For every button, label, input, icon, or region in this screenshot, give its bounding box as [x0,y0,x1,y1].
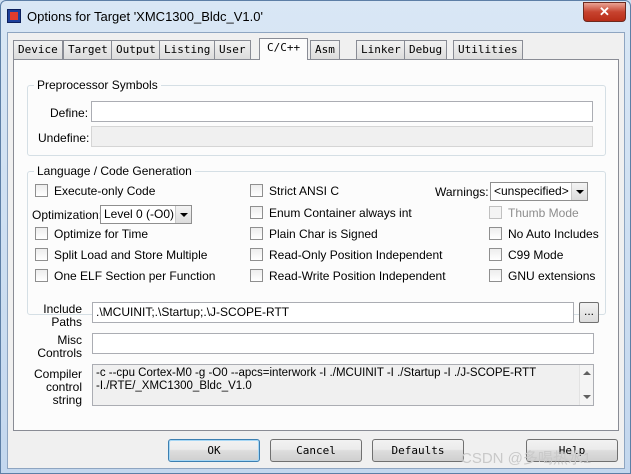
tab-user[interactable]: User [214,40,251,59]
thumb-mode-checkbox: Thumb Mode [489,206,579,220]
warnings-select[interactable]: <unspecified> [490,182,588,201]
compiler-string-label-line1: Compiler [33,367,82,381]
tab-listing[interactable]: Listing [159,40,216,59]
checkbox-box [489,248,502,261]
chevron-down-icon [571,183,587,200]
dialog-client: Device Target Output Listing User C/C++ … [7,32,625,469]
options-dialog: Options for Target 'XMC1300_Bldc_V1.0' ✕… [0,0,631,474]
tab-strip: Device Target Output Listing User C/C++ … [13,38,621,60]
tab-debug[interactable]: Debug [404,40,448,59]
gnu-extensions-checkbox[interactable]: GNU extensions [489,269,595,283]
checkbox-box [250,184,263,197]
preprocessor-group-title: Preprocessor Symbols [34,78,161,92]
rw-position-checkbox[interactable]: Read-Write Position Independent [250,269,446,283]
tab-linker[interactable]: Linker [356,40,406,59]
defaults-button[interactable]: Defaults [372,439,464,462]
include-paths-label-line2: Paths [51,315,82,329]
compiler-string-line2: -I./RTE/_XMC1300_Bldc_V1.0 [96,380,252,392]
no-auto-includes-label: No Auto Includes [508,227,599,241]
one-elf-checkbox[interactable]: One ELF Section per Function [35,269,215,283]
tab-output[interactable]: Output [111,40,161,59]
compiler-control-string: -c --cpu Cortex-M0 -g -O0 --apcs=interwo… [92,364,594,406]
ro-position-checkbox[interactable]: Read-Only Position Independent [250,248,442,262]
optimization-select[interactable]: Level 0 (-O0) [100,205,192,224]
window-title: Options for Target 'XMC1300_Bldc_V1.0' [27,9,263,24]
optimize-time-checkbox[interactable]: Optimize for Time [35,227,148,241]
chevron-down-icon [175,206,191,223]
plain-char-label: Plain Char is Signed [269,227,378,241]
cancel-button[interactable]: Cancel [270,439,362,462]
ro-position-label: Read-Only Position Independent [269,248,443,262]
tab-asm[interactable]: Asm [310,40,340,59]
undefine-input [91,126,593,147]
c99-mode-checkbox[interactable]: C99 Mode [489,248,563,262]
csdn-watermark: CSDN @多喝热水1 [461,450,592,467]
tab-utilities[interactable]: Utilities [453,40,523,59]
optimization-label: Optimization: [32,208,103,222]
include-paths-label-line1: Include [43,302,82,316]
checkbox-box [250,269,263,282]
preprocessor-group: Preprocessor Symbols Define: Undefine: [27,78,606,156]
strict-ansi-checkbox[interactable]: Strict ANSI C [250,184,339,198]
checkbox-box [489,227,502,240]
compiler-string-label-line3: string [52,393,82,407]
misc-controls-input[interactable] [92,333,594,354]
rw-position-label: Read-Write Position Independent [269,269,446,283]
split-load-label: Split Load and Store Multiple [54,248,208,262]
ok-button[interactable]: OK [168,439,260,462]
language-group: Language / Code Generation Execute-only … [27,164,606,315]
checkbox-box [35,269,48,282]
define-label: Define: [50,106,89,120]
title-bar[interactable]: Options for Target 'XMC1300_Bldc_V1.0' ✕ [1,1,630,31]
checkbox-box [35,248,48,261]
compiler-string-label-line2: control [45,380,82,394]
vertical-scrollbar[interactable] [579,365,593,405]
include-paths-browse-button[interactable]: ... [579,302,599,323]
checkbox-box [489,206,502,219]
checkbox-box [250,206,263,219]
scroll-up-icon [583,371,591,375]
checkbox-box [250,248,263,261]
one-elf-label: One ELF Section per Function [54,269,216,283]
enum-container-label: Enum Container always int [269,206,412,220]
scroll-down-icon [583,395,591,399]
misc-controls-label-line2: Controls [37,346,82,360]
define-input[interactable] [91,101,593,122]
tab-target[interactable]: Target [63,40,113,59]
strict-ansi-label: Strict ANSI C [269,184,340,198]
close-button[interactable]: ✕ [583,2,626,22]
warnings-label: Warnings: [435,185,489,199]
split-load-checkbox[interactable]: Split Load and Store Multiple [35,248,207,262]
c-cpp-tab-panel: Preprocessor Symbols Define: Undefine: L… [13,59,619,431]
compiler-string-line1: -c --cpu Cortex-M0 -g -O0 --apcs=interwo… [96,367,537,379]
no-auto-includes-checkbox[interactable]: No Auto Includes [489,227,599,241]
language-group-title: Language / Code Generation [34,164,195,178]
checkbox-box [35,227,48,240]
warnings-value: <unspecified> [494,184,569,198]
execute-only-label: Execute-only Code [54,184,156,198]
tab-c-cpp[interactable]: C/C++ [259,38,309,60]
thumb-mode-label: Thumb Mode [508,206,579,220]
plain-char-checkbox[interactable]: Plain Char is Signed [250,227,378,241]
checkbox-box [489,269,502,282]
keil-app-icon [7,9,21,23]
enum-container-checkbox[interactable]: Enum Container always int [250,206,412,220]
misc-controls-label-line1: Misc [57,333,82,347]
optimization-value: Level 0 (-O0) [104,207,175,221]
gnu-extensions-label: GNU extensions [508,269,596,283]
optimize-time-label: Optimize for Time [54,227,149,241]
include-paths-input[interactable]: .\MCUINIT;.\Startup;.\J-SCOPE-RTT [92,302,574,323]
checkbox-box [35,184,48,197]
execute-only-checkbox[interactable]: Execute-only Code [35,184,155,198]
undefine-label: Undefine: [38,131,90,145]
checkbox-box [250,227,263,240]
c99-mode-label: C99 Mode [508,248,564,262]
tab-device[interactable]: Device [13,40,63,59]
